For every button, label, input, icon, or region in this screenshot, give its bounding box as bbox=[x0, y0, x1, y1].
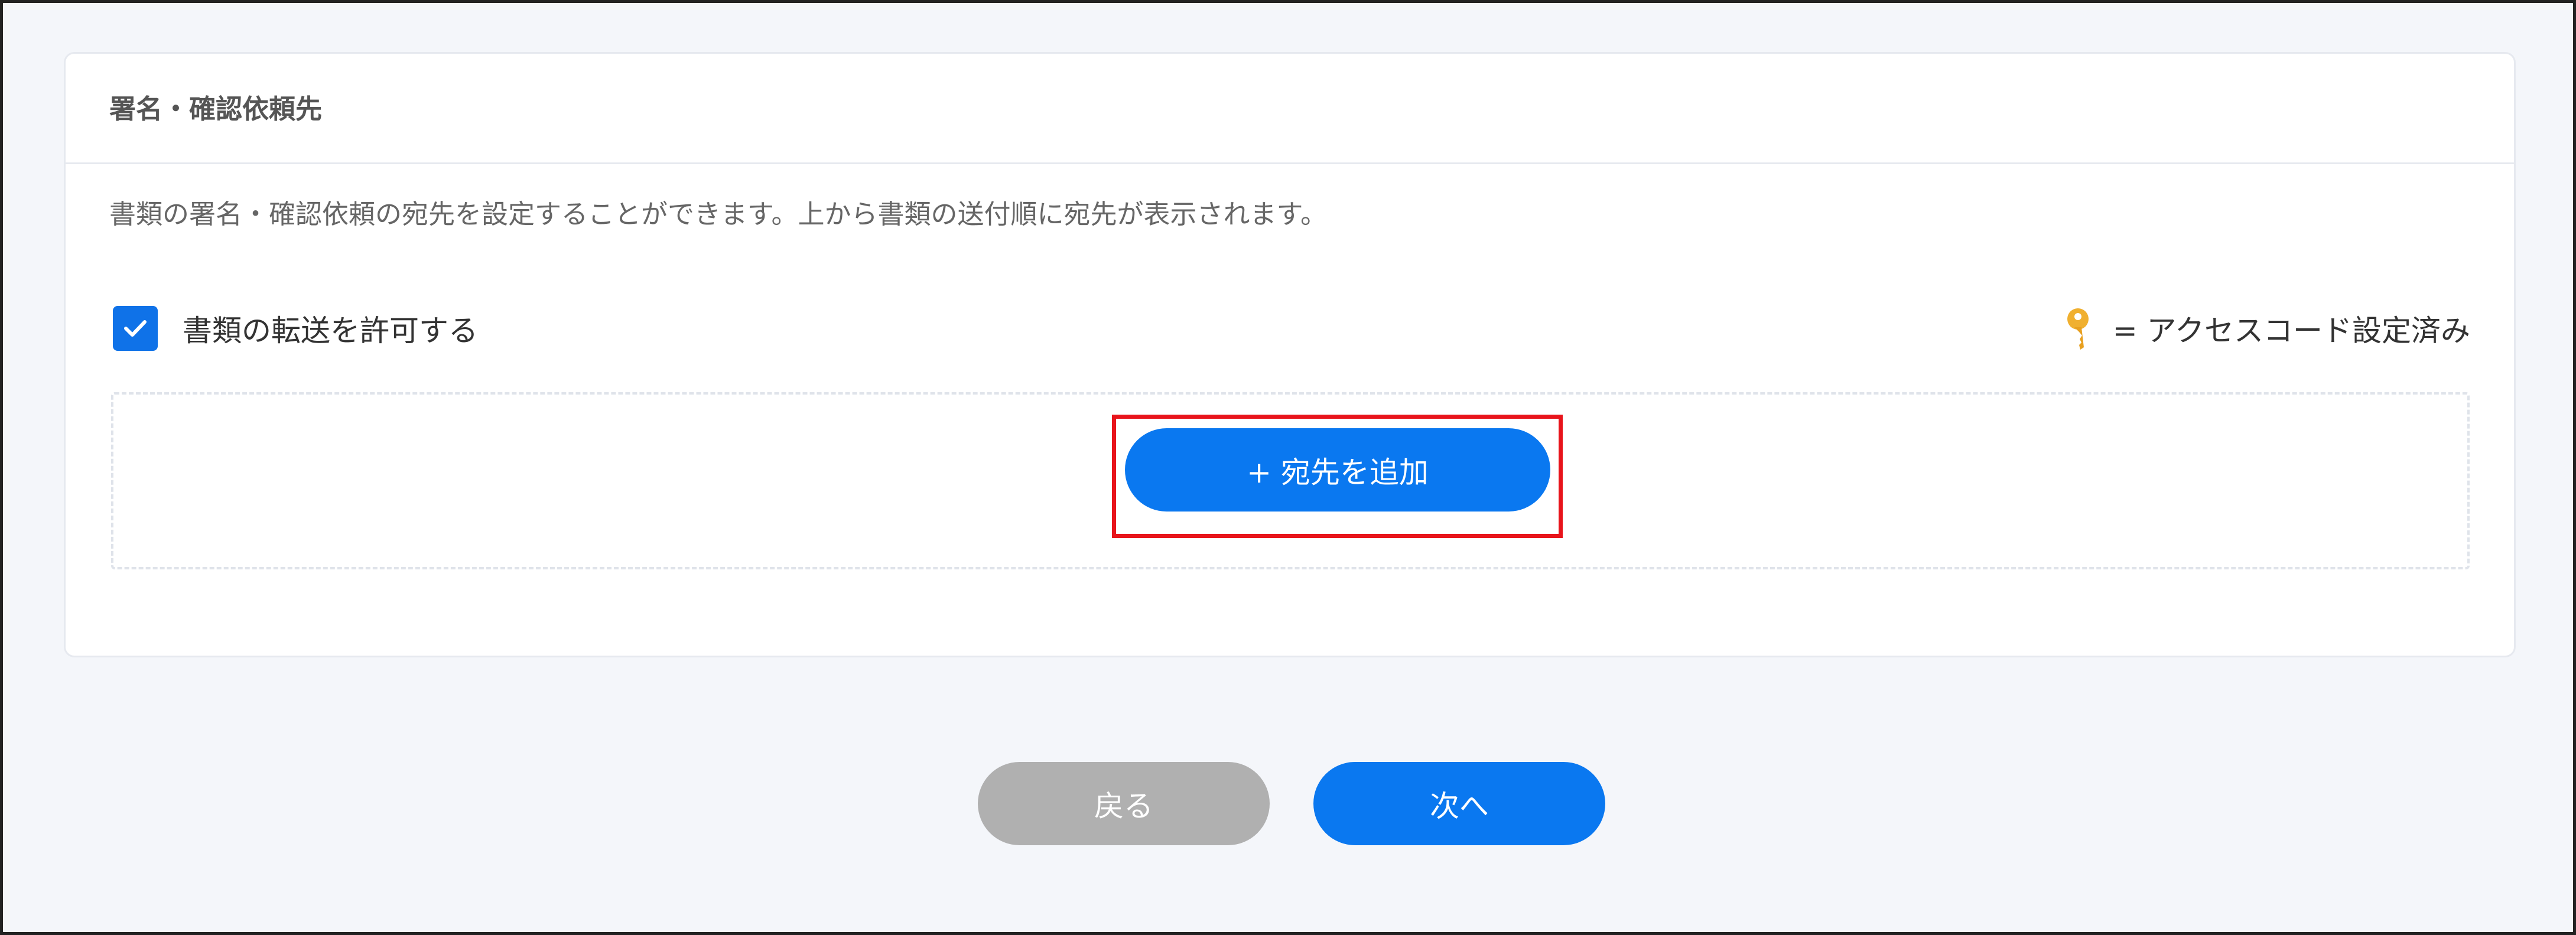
add-recipient-button[interactable]: + 宛先を追加 bbox=[1125, 428, 1550, 512]
section-description: 書類の署名・確認依頼の宛先を設定することができます。上から書類の送付順に宛先が表… bbox=[109, 198, 1328, 230]
footer-actions: 戻る 次へ bbox=[3, 762, 2576, 845]
key-icon bbox=[2060, 305, 2101, 352]
next-button[interactable]: 次へ bbox=[1313, 762, 1605, 845]
forwarding-checkbox[interactable] bbox=[113, 306, 158, 351]
card-header: 署名・確認依頼先 bbox=[66, 54, 2514, 164]
legend-text: = アクセスコード設定済み bbox=[2112, 314, 2470, 348]
section-title: 署名・確認依頼先 bbox=[109, 93, 323, 125]
forwarding-checkbox-label[interactable]: 書類の転送を許可する bbox=[183, 307, 478, 350]
recipients-drop-zone: + 宛先を追加 bbox=[111, 392, 2470, 569]
access-code-legend: = アクセスコード設定済み bbox=[2060, 305, 2470, 352]
checkmark-icon bbox=[124, 320, 147, 337]
recipients-card: 署名・確認依頼先 書類の署名・確認依頼の宛先を設定することができます。上から書類… bbox=[64, 52, 2516, 657]
back-button[interactable]: 戻る bbox=[978, 762, 1270, 845]
page-frame: 署名・確認依頼先 書類の署名・確認依頼の宛先を設定することができます。上から書類… bbox=[0, 0, 2576, 935]
forwarding-option[interactable]: 書類の転送を許可する bbox=[113, 305, 478, 352]
